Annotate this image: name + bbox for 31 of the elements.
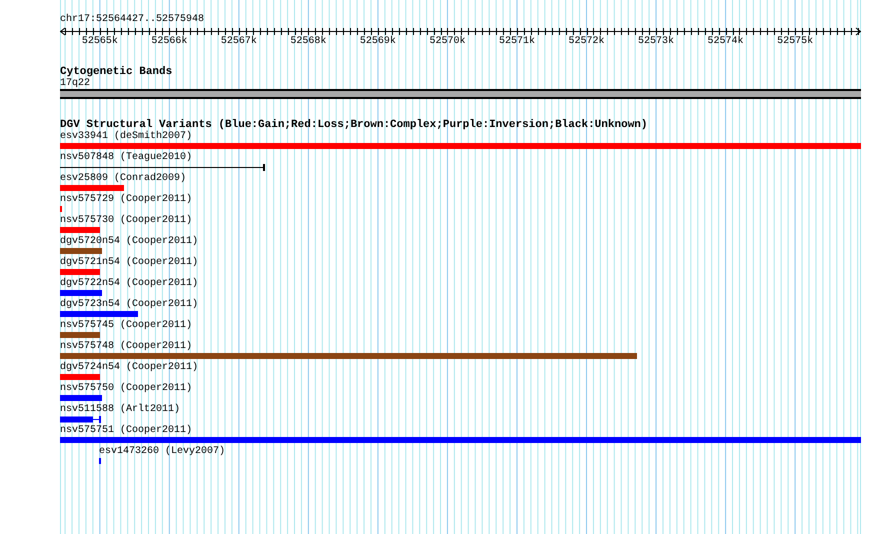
variant-label: nsv575745 (Cooper2011) — [60, 320, 192, 332]
tick-label: 52573k — [638, 36, 674, 48]
tick-label: 52575k — [777, 36, 814, 48]
variant-label: dgv5720n54 (Cooper2011) — [60, 236, 198, 248]
variant-label: dgv5724n54 (Cooper2011) — [60, 362, 198, 374]
variant-label: esv1473260 (Levy2007) — [99, 446, 226, 458]
location-text: chr17:52564427..52575948 — [60, 14, 204, 26]
variant-label: esv25809 (Conrad2009) — [60, 173, 186, 185]
tick-label: 52566k — [151, 36, 188, 48]
variant-label: nsv575748 (Cooper2011) — [60, 341, 192, 353]
variant-label: esv33941 (deSmith2007) — [60, 131, 192, 143]
variant-label: nsv575730 (Cooper2011) — [60, 215, 192, 227]
tick-label: 52569k — [360, 36, 396, 48]
variant-label: nsv575750 (Cooper2011) — [60, 383, 192, 395]
tick-label: 52567k — [220, 36, 257, 48]
track-title: DGV Structural Variants (Blue:Gain;Red:Loss;Brown:Complex;Purple:Inversion;Black:Unknown) — [60, 119, 648, 131]
variant-label: nsv575751 (Cooper2011) — [60, 425, 192, 437]
tick-label: 52574k — [708, 36, 744, 48]
variant-label: dgv5723n54 (Cooper2011) — [60, 299, 198, 311]
tick-label: 52571k — [498, 36, 535, 48]
band-label: 17q22 — [60, 78, 90, 89]
variant-label: nsv575729 (Cooper2011) — [60, 194, 192, 206]
variant-label: nsv511588 (Arlt2011) — [60, 404, 180, 416]
tick-label: 52570k — [429, 36, 466, 48]
track-title: Cytogenetic Bands — [60, 66, 172, 78]
variant-label: nsv507848 (Teague2010) — [60, 152, 192, 164]
variant-label: dgv5722n54 (Cooper2011) — [60, 278, 198, 290]
variant-label: dgv5721n54 (Cooper2011) — [60, 257, 198, 269]
tick-label: 52565k — [82, 36, 118, 48]
tick-label: 52568k — [290, 36, 326, 48]
tick-label: 52572k — [568, 36, 604, 48]
